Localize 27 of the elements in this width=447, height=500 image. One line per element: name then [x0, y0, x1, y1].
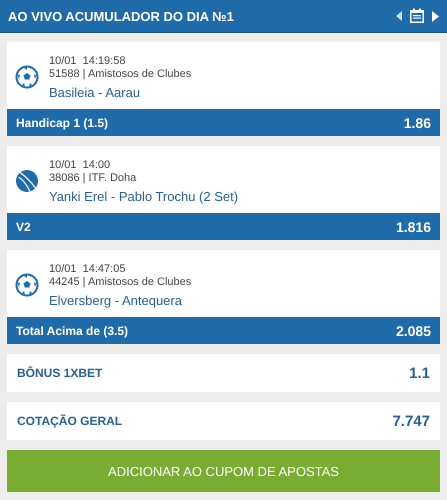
bet-type: Handicap 1 (1.5): [16, 116, 108, 130]
event-teams: Yanki Erel - Pablo Trochu (2 Set): [49, 188, 238, 204]
tennis-ball-icon: [15, 169, 39, 193]
bet-type: V2: [16, 220, 31, 234]
add-to-coupon-button[interactable]: ADICIONAR AO CUPOM DE APOSTAS: [7, 450, 440, 492]
event-league: 38086 | ITF. Doha: [49, 172, 138, 184]
bet-type: Total Acima de (3.5): [16, 324, 128, 338]
summary-label: COTAÇÃO GERAL: [17, 414, 122, 428]
calendar-icon[interactable]: [409, 8, 425, 24]
event-teams: Elversberg - Antequera: [49, 292, 183, 308]
event-league: 51588 | Amistosos de Clubes: [49, 68, 192, 80]
next-arrow-icon[interactable]: [432, 10, 439, 22]
event-datetime: 10/01 14:19:58: [49, 54, 126, 68]
event-league: 44245 | Amistosos de Clubes: [49, 276, 192, 288]
bet-odds: 2.085: [396, 322, 431, 338]
event-teams: Basileia - Aarau: [49, 84, 142, 100]
bet-odds: 1.816: [396, 218, 431, 234]
soccer-ball-icon: [15, 273, 39, 297]
event-datetime: 10/01 14:47:05: [49, 262, 126, 276]
header-title: AO VIVO ACUMULADOR DO DIA №1: [8, 8, 234, 24]
soccer-ball-icon: [15, 65, 39, 89]
event-datetime: 10/01 14:00: [49, 158, 112, 172]
previous-arrow-icon[interactable]: [396, 11, 402, 21]
summary-label: BÔNUS 1XBET: [17, 366, 102, 380]
summary-value: 7.747: [392, 412, 430, 430]
summary-value: 1.1: [409, 364, 430, 382]
bet-odds: 1.86: [404, 114, 431, 130]
